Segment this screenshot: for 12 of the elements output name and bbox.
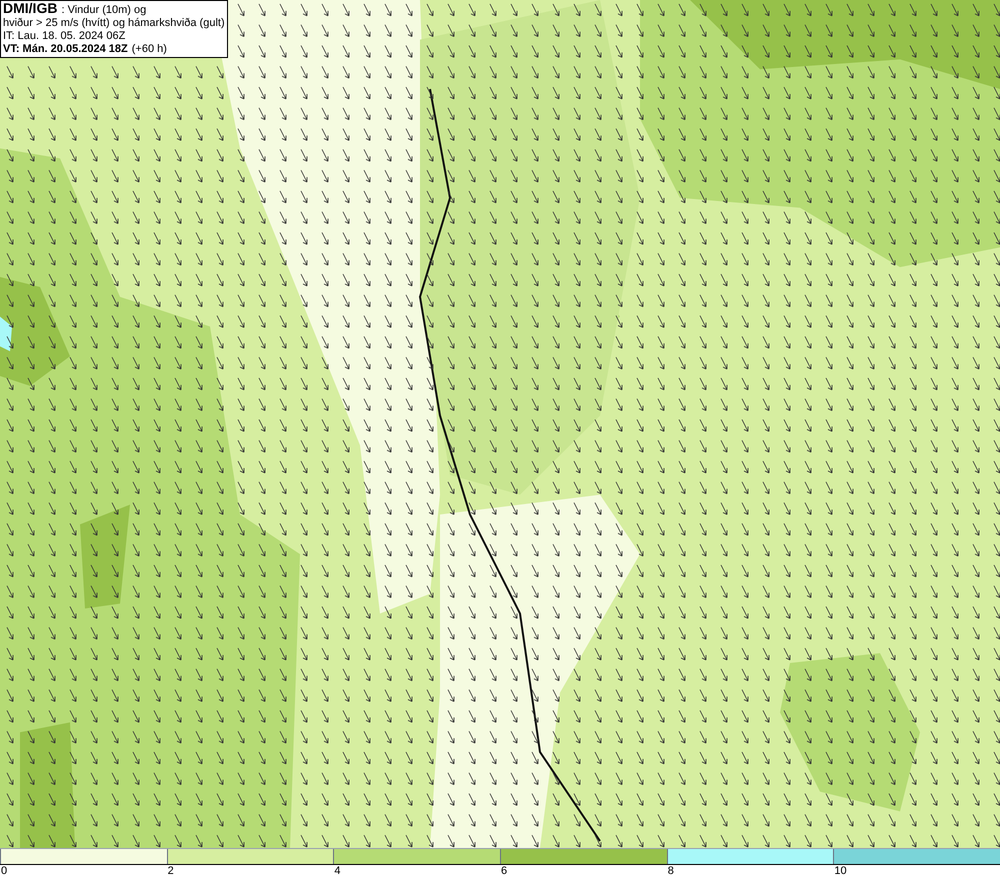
legend-label: 10 <box>833 865 847 878</box>
legend-label: 4 <box>333 865 340 878</box>
map-title: : Vindur (10m) og <box>61 4 146 17</box>
legend-label: 8 <box>666 865 674 878</box>
legend-label: 2 <box>166 865 174 878</box>
valid-time: VT: Mán. 20.05.2024 18Z <box>3 43 128 56</box>
map-subtitle: hviður > 25 m/s (hvítt) og hámarkshviða (gult) <box>3 17 225 30</box>
issue-time: IT: Lau. 18. 05. 2024 06Z <box>3 30 126 43</box>
source-label: DMI/IGB <box>3 2 58 15</box>
lead-time: (+60 h) <box>132 43 167 56</box>
legend-label: 0 <box>0 865 8 878</box>
legend-label: 6 <box>500 865 508 878</box>
